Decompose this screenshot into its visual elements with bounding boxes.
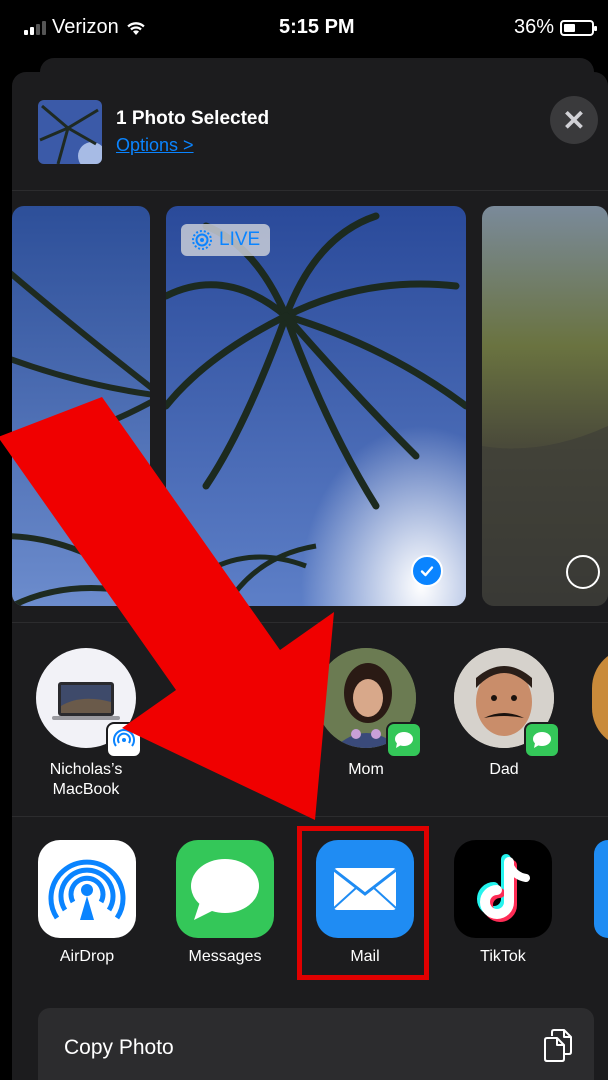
mail-highlight-box — [297, 826, 429, 980]
